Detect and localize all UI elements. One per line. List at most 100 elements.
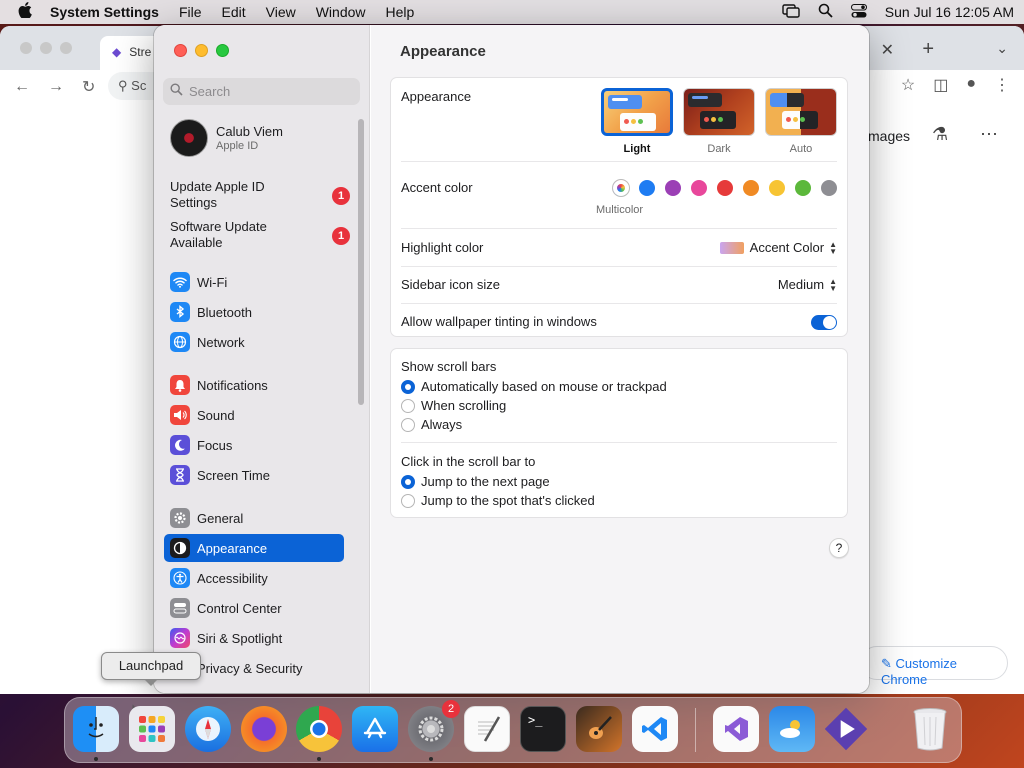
appearance-icon <box>170 538 190 558</box>
accent-orange-swatch[interactable] <box>743 180 759 196</box>
sidebar-item-siri-spotlight[interactable]: Siri & Spotlight <box>164 624 344 652</box>
system-settings-icon[interactable]: 2 <box>408 700 460 752</box>
menu-window[interactable]: Window <box>316 4 366 20</box>
help-button[interactable]: ? <box>829 538 849 558</box>
light-preview-thumbnail <box>601 88 673 136</box>
click-option-spot-clicked[interactable]: Jump to the spot that's clicked <box>401 493 595 508</box>
labs-flask-icon[interactable]: ⚗ <box>932 124 948 145</box>
settings-sidebar: Search Calub Viem Apple ID Update Apple … <box>154 25 370 693</box>
menu-clock[interactable]: Sun Jul 16 12:05 AM <box>885 4 1014 20</box>
chrome-icon[interactable] <box>296 706 342 752</box>
sidebar-scrollbar[interactable] <box>358 119 364 405</box>
stremio-icon[interactable] <box>823 706 869 752</box>
highlight-color-popup[interactable]: Accent Color ▲ ▼ <box>719 240 837 255</box>
sidebar-notice-software-update[interactable]: Software Update Available 1 <box>170 219 350 251</box>
chrome-back-icon[interactable]: ← <box>14 78 30 96</box>
chrome-menu-icon[interactable]: ⋮ <box>994 75 1010 95</box>
accent-graphite-swatch[interactable] <box>821 180 837 196</box>
stremio-favicon-icon: ◆ <box>112 45 122 59</box>
theme-dark-option[interactable]: Dark <box>683 88 755 155</box>
bell-icon <box>170 375 190 395</box>
notice-label: Software Update Available <box>170 219 267 250</box>
menu-help[interactable]: Help <box>386 4 415 20</box>
app-store-icon[interactable] <box>352 706 398 752</box>
chrome-tab-search-icon[interactable]: ⌄ <box>996 40 1008 57</box>
menu-app-name[interactable]: System Settings <box>50 4 159 20</box>
siri-icon <box>170 628 190 648</box>
safari-icon[interactable] <box>185 706 231 752</box>
sidebar-icon-size-value: Medium <box>777 277 825 292</box>
profile-icon[interactable]: ● <box>966 75 976 95</box>
screen-mirroring-icon[interactable] <box>782 3 800 21</box>
sidebar-item-label: Focus <box>197 437 233 453</box>
chrome-tab-close-icon[interactable]: ✕ <box>881 40 894 60</box>
sidebar-item-focus[interactable]: Focus <box>164 431 344 459</box>
bluetooth-icon <box>170 302 190 322</box>
menu-edit[interactable]: Edit <box>222 4 246 20</box>
chrome-close-button[interactable] <box>20 42 32 54</box>
sidebar-item-screen-time[interactable]: Screen Time <box>164 461 344 489</box>
apple-id-account[interactable]: Calub Viem Apple ID <box>170 119 283 157</box>
scroll-option-automatic[interactable]: Automatically based on mouse or trackpad <box>401 379 667 394</box>
chrome-new-tab-icon[interactable]: + <box>922 38 934 61</box>
accent-multicolor-swatch[interactable] <box>613 180 629 196</box>
launchpad-icon[interactable] <box>129 706 175 752</box>
finder-icon[interactable] <box>73 706 119 752</box>
spotlight-search-icon[interactable] <box>818 3 833 21</box>
terminal-icon[interactable]: >_ <box>520 706 566 752</box>
accent-red-swatch[interactable] <box>717 180 733 196</box>
sidebar-item-accessibility[interactable]: Accessibility <box>164 564 344 592</box>
account-name: Calub Viem <box>216 124 283 139</box>
sidebar-item-appearance[interactable]: Appearance <box>164 534 344 562</box>
textedit-icon[interactable] <box>464 706 510 752</box>
apple-menu-icon[interactable] <box>18 1 36 23</box>
weather-icon[interactable] <box>769 706 815 752</box>
bookmark-star-icon[interactable]: ☆ <box>901 75 915 95</box>
sidebar-icon-size-popup[interactable]: Medium ▲ ▼ <box>778 277 837 292</box>
sidebar-item-control-center[interactable]: Control Center <box>164 594 344 622</box>
sidebar-item-notifications[interactable]: Notifications <box>164 371 344 399</box>
sidebar-notice-update-apple-id[interactable]: Update Apple ID Settings 1 <box>170 179 350 211</box>
theme-auto-option[interactable]: Auto <box>765 88 837 155</box>
visual-studio-icon[interactable] <box>713 706 759 752</box>
vscode-icon[interactable] <box>632 706 678 752</box>
accent-blue-swatch[interactable] <box>639 180 655 196</box>
menu-file[interactable]: File <box>179 4 202 20</box>
scroll-option-always[interactable]: Always <box>401 417 462 432</box>
trash-icon[interactable] <box>907 706 953 752</box>
radio-unselected <box>401 398 415 413</box>
garageband-icon[interactable] <box>576 706 622 752</box>
click-option-next-page[interactable]: Jump to the next page <box>401 474 550 489</box>
radio-label: Automatically based on mouse or trackpad <box>421 379 667 394</box>
scroll-option-when-scrolling[interactable]: When scrolling <box>401 398 506 413</box>
chrome-minimize-button[interactable] <box>40 42 52 54</box>
sidebar-item-wifi[interactable]: Wi-Fi <box>164 268 344 296</box>
accent-green-swatch[interactable] <box>795 180 811 196</box>
accent-yellow-swatch[interactable] <box>769 180 785 196</box>
chrome-reload-icon[interactable]: ↻ <box>82 77 95 97</box>
wallpaper-tinting-toggle[interactable] <box>811 315 837 330</box>
sidebar-item-general[interactable]: General <box>164 504 344 532</box>
minimize-button[interactable] <box>195 44 208 57</box>
sidebar-item-network[interactable]: Network <box>164 328 344 356</box>
sidebar-item-bluetooth[interactable]: Bluetooth <box>164 298 344 326</box>
theme-light-option[interactable]: Light <box>601 88 673 155</box>
control-center-icon[interactable] <box>850 3 867 21</box>
radio-selected <box>401 379 415 394</box>
accent-purple-swatch[interactable] <box>665 180 681 196</box>
system-settings-running-indicator <box>429 757 433 761</box>
side-panel-icon[interactable]: ◫ <box>933 75 948 95</box>
appearance-settings-card: Appearance Light Dark Auto Accent color … <box>390 77 848 337</box>
firefox-icon[interactable] <box>241 706 287 752</box>
customize-chrome-button[interactable]: ✎ Customize Chrome <box>860 646 1008 687</box>
chrome-forward-icon[interactable]: → <box>48 78 64 96</box>
google-apps-icon[interactable]: ⋯ <box>980 124 998 145</box>
zoom-button[interactable] <box>216 44 229 57</box>
close-button[interactable] <box>174 44 187 57</box>
menu-view[interactable]: View <box>266 4 296 20</box>
chrome-zoom-button[interactable] <box>60 42 72 54</box>
google-images-link[interactable]: mages <box>868 128 910 144</box>
sidebar-item-sound[interactable]: Sound <box>164 401 344 429</box>
accent-pink-swatch[interactable] <box>691 180 707 196</box>
search-input[interactable]: Search <box>163 78 360 105</box>
